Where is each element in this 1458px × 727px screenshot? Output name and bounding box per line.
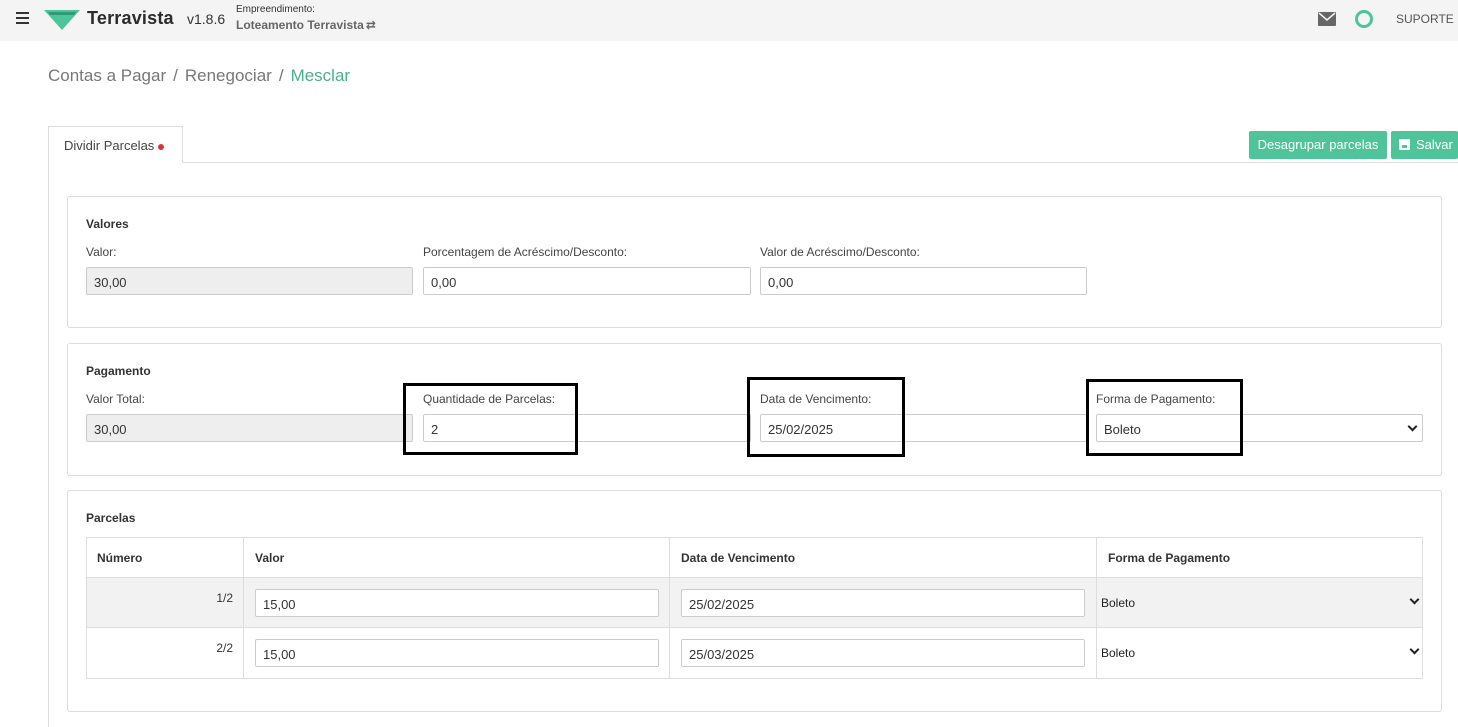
top-bar: Terravista v1.8.6 Empreendimento: Loteam… <box>0 0 1458 41</box>
highlight-quantity <box>403 383 578 455</box>
column-header: Número <box>97 551 143 565</box>
row-number: 2/2 <box>216 641 233 655</box>
row-valor-input[interactable]: 15,00 <box>255 589 659 617</box>
save-icon <box>1399 139 1410 150</box>
project-switcher[interactable]: Loteamento Terravista ⇄ <box>236 18 376 32</box>
swap-icon: ⇄ <box>365 18 376 32</box>
pagamento-title: Pagamento <box>86 364 151 378</box>
brand-name: Terravista <box>87 8 174 28</box>
row-forma-value: Boleto <box>1101 646 1136 660</box>
table-header-forma: Forma de Pagamento <box>1096 537 1423 578</box>
column-header: Valor <box>255 551 285 565</box>
logo-icon <box>44 10 80 30</box>
percent-input[interactable]: 0,00 <box>423 267 751 295</box>
breadcrumb-item-renegociar[interactable]: Renegociar <box>185 66 272 85</box>
amount-input[interactable]: 0,00 <box>760 267 1087 295</box>
table-header-valor: Valor <box>243 537 670 578</box>
valor-label: Valor: <box>86 245 117 259</box>
table-row: 1/2 <box>86 577 244 628</box>
save-button[interactable]: Salvar <box>1391 131 1458 159</box>
chevron-down-icon <box>1409 644 1420 655</box>
valor-field: 30,00 <box>86 267 413 295</box>
tab-divider <box>183 162 1458 163</box>
project-name: Loteamento Terravista <box>236 18 364 32</box>
table-row: 2/2 <box>86 627 244 679</box>
row-forma-select[interactable]: Boleto <box>1096 627 1423 679</box>
percent-label: Porcentagem de Acréscimo/Desconto: <box>423 245 628 259</box>
row-vencimento-input[interactable]: 25/02/2025 <box>681 589 1085 617</box>
support-link[interactable]: SUPORTE <box>1396 12 1454 26</box>
unsaved-dot-icon <box>158 143 165 150</box>
row-vencimento-input[interactable]: 25/03/2025 <box>681 639 1085 667</box>
highlight-payment-method <box>1086 379 1243 456</box>
breadcrumb-separator: / <box>173 66 178 85</box>
breadcrumb-item-mesclar: Mesclar <box>290 66 351 85</box>
table-cell: 15,00 <box>243 627 670 679</box>
amount-label: Valor de Acréscimo/Desconto: <box>760 245 920 259</box>
table-header-numero: Número <box>86 537 244 578</box>
menu-icon[interactable] <box>16 12 29 25</box>
ungroup-button[interactable]: Desagrupar parcelas <box>1249 131 1387 159</box>
table-cell: 15,00 <box>243 577 670 628</box>
total-field: 30,00 <box>86 414 413 442</box>
column-header: Forma de Pagamento <box>1108 551 1231 565</box>
row-valor-input[interactable]: 15,00 <box>255 639 659 667</box>
table-cell: 25/03/2025 <box>669 627 1097 679</box>
row-forma-value: Boleto <box>1101 596 1136 610</box>
table-cell: 25/02/2025 <box>669 577 1097 628</box>
row-number: 1/2 <box>216 591 233 605</box>
valores-panel: Valores Valor: 30,00 Porcentagem de Acré… <box>67 196 1442 328</box>
parcelas-panel: Parcelas Número Valor Data de Vencimento… <box>67 490 1442 712</box>
parcelas-title: Parcelas <box>86 511 136 525</box>
mail-icon[interactable] <box>1318 12 1336 26</box>
highlight-due-date <box>747 377 905 457</box>
table-header-vencimento: Data de Vencimento <box>669 537 1097 578</box>
breadcrumb: Contas a Pagar / Renegociar / Mesclar <box>48 66 350 86</box>
tab-content-border <box>48 162 49 727</box>
save-label: Salvar <box>1416 137 1453 152</box>
breadcrumb-separator: / <box>278 66 284 85</box>
chevron-down-icon <box>1409 594 1420 605</box>
app-version: v1.8.6 <box>187 11 226 27</box>
column-header: Data de Vencimento <box>681 551 796 565</box>
row-forma-select[interactable]: Boleto <box>1096 577 1423 628</box>
total-label: Valor Total: <box>86 392 145 406</box>
tab-dividir-parcelas[interactable]: Dividir Parcelas <box>48 126 183 163</box>
valores-title: Valores <box>86 217 129 231</box>
chevron-down-icon <box>1407 421 1418 432</box>
status-icon[interactable] <box>1355 10 1373 28</box>
project-label: Empreendimento: <box>236 4 315 15</box>
tab-label: Dividir Parcelas <box>64 138 155 153</box>
breadcrumb-item-contas[interactable]: Contas a Pagar <box>48 66 166 85</box>
